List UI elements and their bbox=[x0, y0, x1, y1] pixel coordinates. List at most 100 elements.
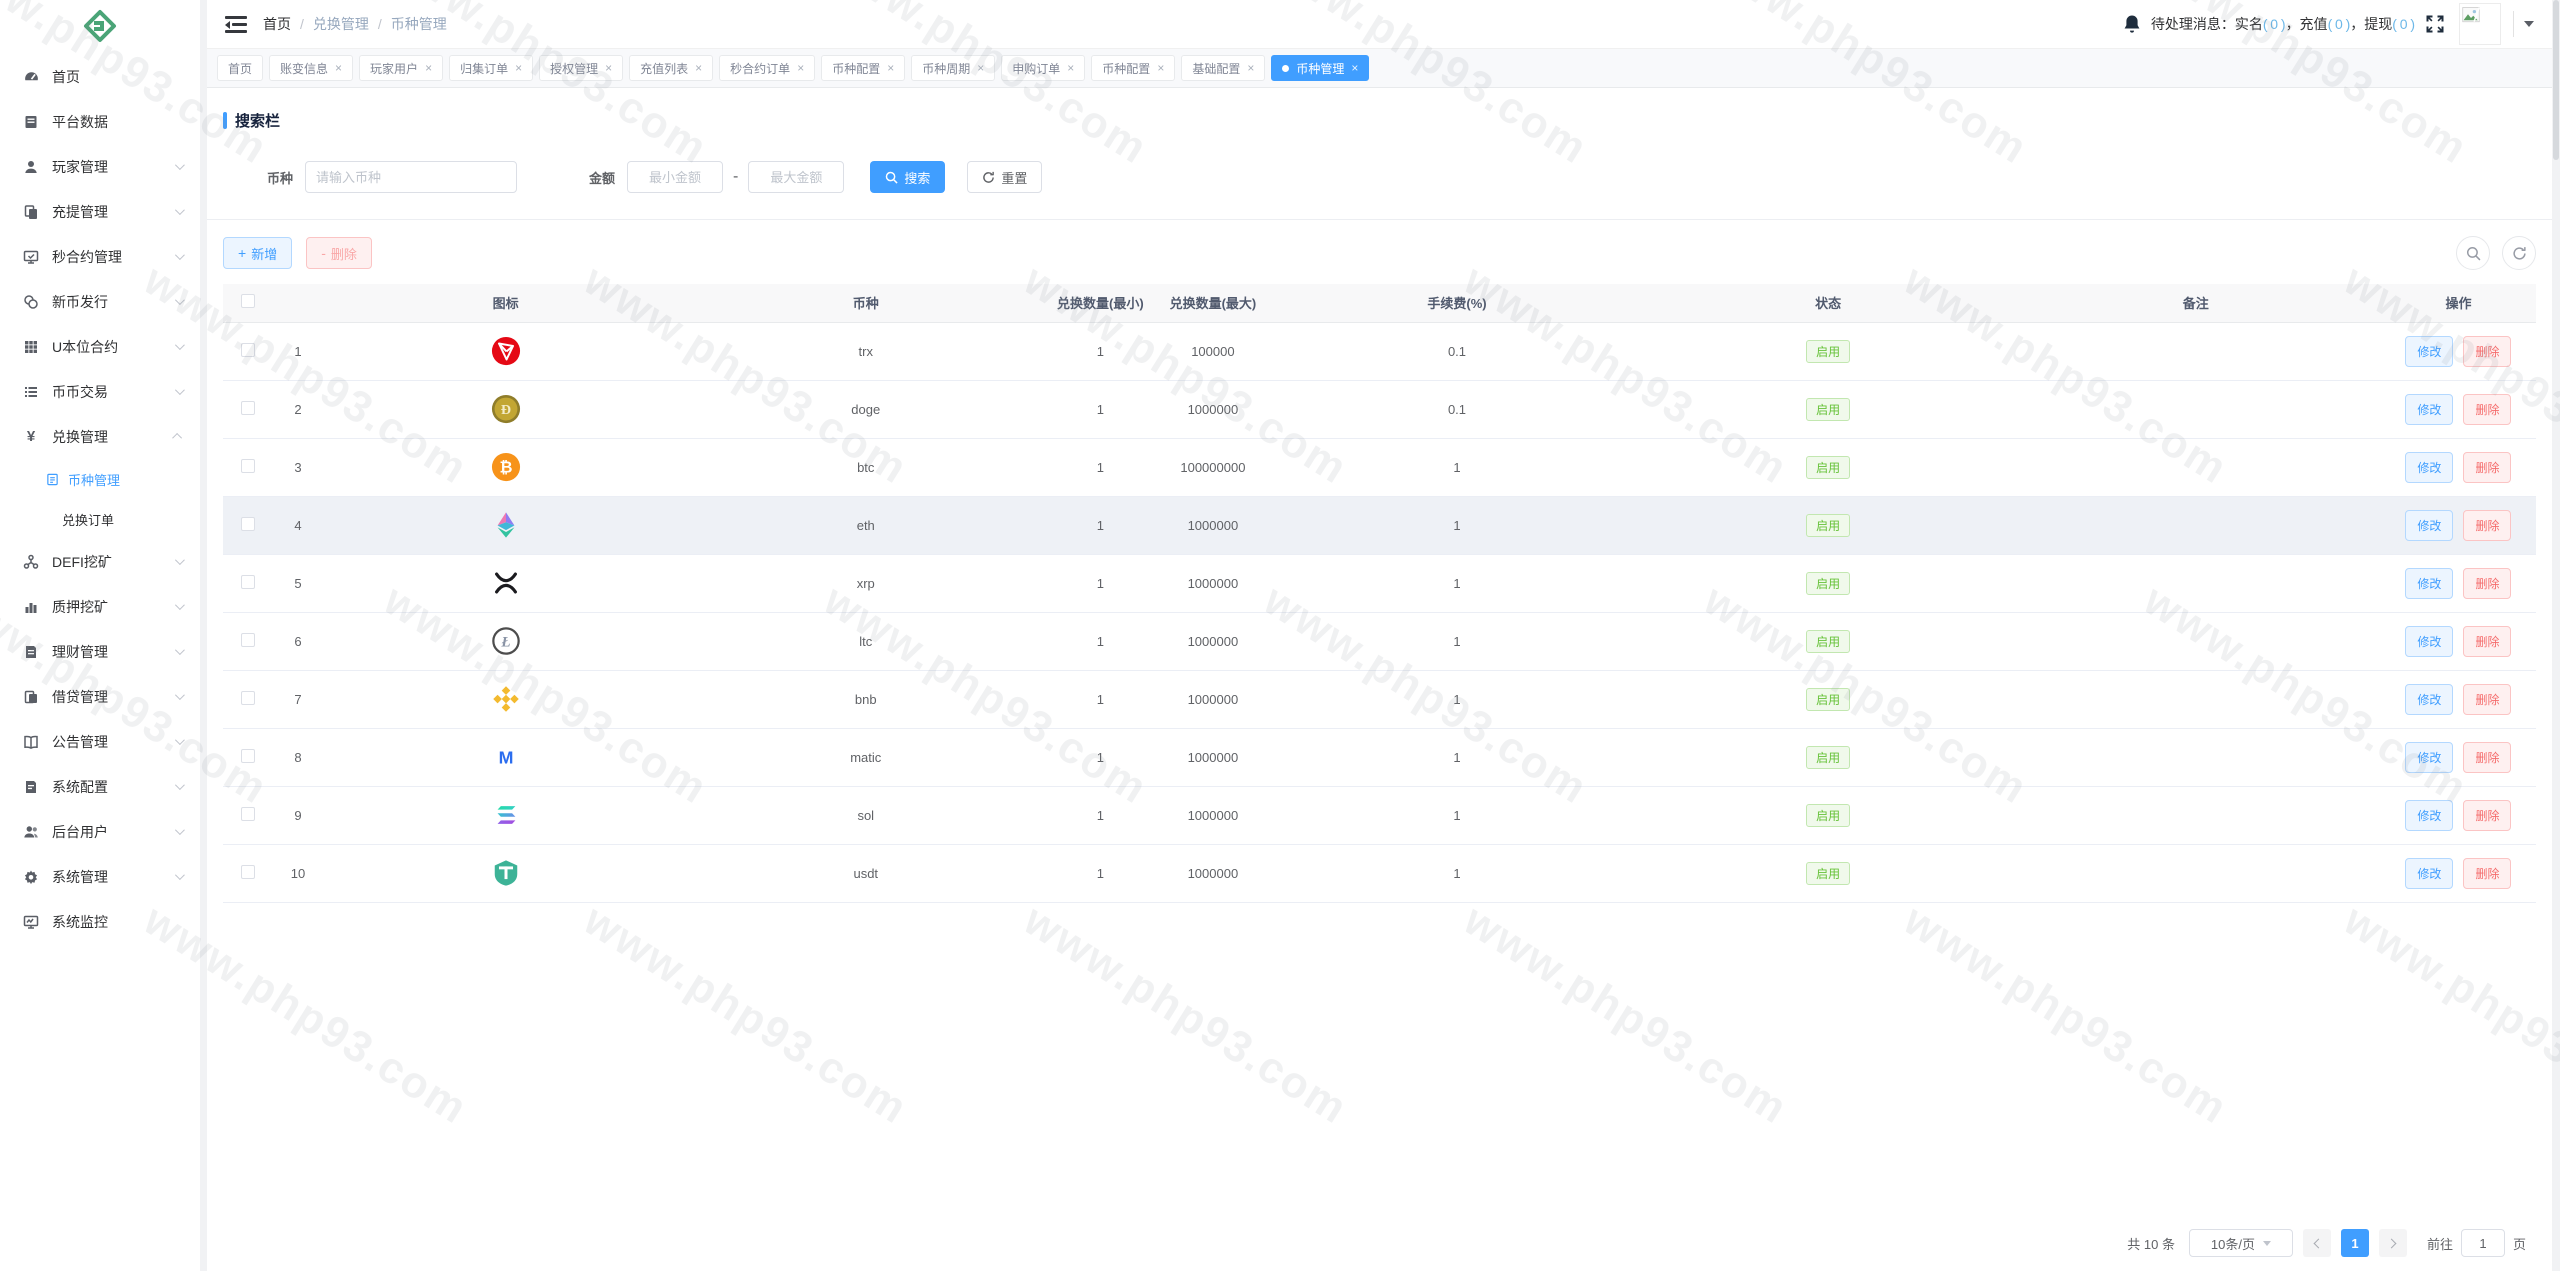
sidebar-item-玩家管理[interactable]: 玩家管理 bbox=[0, 144, 200, 189]
tab-币种配置[interactable]: 币种配置× bbox=[821, 55, 905, 81]
row-checkbox[interactable] bbox=[241, 865, 255, 879]
edit-button[interactable]: 修改 bbox=[2405, 742, 2453, 773]
tab-秒合约订单[interactable]: 秒合约订单× bbox=[719, 55, 815, 81]
tab-玩家用户[interactable]: 玩家用户× bbox=[359, 55, 443, 81]
row-delete-button[interactable]: 删除 bbox=[2463, 742, 2511, 773]
row-checkbox[interactable] bbox=[241, 691, 255, 705]
tab-基础配置[interactable]: 基础配置× bbox=[1181, 55, 1265, 81]
table-refresh-button[interactable] bbox=[2502, 236, 2536, 270]
sidebar-subitem-兑换订单[interactable]: 兑换订单 bbox=[0, 499, 200, 539]
sidebar-item-新币发行[interactable]: 新币发行 bbox=[0, 279, 200, 324]
sidebar-item-平台数据[interactable]: 平台数据 bbox=[0, 99, 200, 144]
tab-申购订单[interactable]: 申购订单× bbox=[1001, 55, 1085, 81]
edit-button[interactable]: 修改 bbox=[2405, 800, 2453, 831]
close-icon[interactable]: × bbox=[797, 62, 804, 74]
edit-button[interactable]: 修改 bbox=[2405, 510, 2453, 541]
row-delete-button[interactable]: 删除 bbox=[2463, 510, 2511, 541]
tab-充值列表[interactable]: 充值列表× bbox=[629, 55, 713, 81]
row-checkbox[interactable] bbox=[241, 401, 255, 415]
close-icon[interactable]: × bbox=[1157, 62, 1164, 74]
sidebar-item-质押挖矿[interactable]: 质押挖矿 bbox=[0, 584, 200, 629]
table-search-toggle-button[interactable] bbox=[2456, 236, 2490, 270]
prev-page-button[interactable] bbox=[2303, 1229, 2331, 1257]
edit-button[interactable]: 修改 bbox=[2405, 684, 2453, 715]
min-amount-input[interactable] bbox=[627, 161, 723, 193]
max-amount-input[interactable] bbox=[748, 161, 844, 193]
row-delete-button[interactable]: 删除 bbox=[2463, 568, 2511, 599]
sidebar-item-秒合约管理[interactable]: 秒合约管理 bbox=[0, 234, 200, 279]
row-checkbox[interactable] bbox=[241, 633, 255, 647]
sidebar-item-后台用户[interactable]: 后台用户 bbox=[0, 809, 200, 854]
close-icon[interactable]: × bbox=[425, 62, 432, 74]
current-page-button[interactable]: 1 bbox=[2341, 1229, 2369, 1257]
sidebar-item-首页[interactable]: 首页 bbox=[0, 54, 200, 99]
sidebar-item-兑换管理[interactable]: ¥ 兑换管理 bbox=[0, 414, 200, 459]
breadcrumb-item-首页[interactable]: 首页 bbox=[263, 14, 291, 34]
fullscreen-icon[interactable] bbox=[2425, 14, 2445, 34]
row-delete-button[interactable]: 删除 bbox=[2463, 684, 2511, 715]
close-icon[interactable]: × bbox=[887, 62, 894, 74]
tab-币种管理[interactable]: 币种管理× bbox=[1271, 55, 1369, 81]
row-checkbox[interactable] bbox=[241, 749, 255, 763]
sidebar-item-系统配置[interactable]: 系统配置 bbox=[0, 764, 200, 809]
add-button[interactable]: +新增 bbox=[223, 237, 292, 269]
edit-button[interactable]: 修改 bbox=[2405, 626, 2453, 657]
sidebar-scrollbar[interactable] bbox=[200, 0, 207, 1271]
select-all-checkbox[interactable] bbox=[241, 294, 255, 308]
sidebar-item-理财管理[interactable]: 理财管理 bbox=[0, 629, 200, 674]
sidebar-item-系统监控[interactable]: 系统监控 bbox=[0, 899, 200, 944]
close-icon[interactable]: × bbox=[1067, 62, 1074, 74]
edit-button[interactable]: 修改 bbox=[2405, 568, 2453, 599]
sidebar-item-公告管理[interactable]: 公告管理 bbox=[0, 719, 200, 764]
breadcrumb-item-兑换管理[interactable]: 兑换管理 bbox=[313, 14, 369, 34]
row-delete-button[interactable]: 删除 bbox=[2463, 452, 2511, 483]
row-checkbox[interactable] bbox=[241, 459, 255, 473]
avatar[interactable] bbox=[2459, 3, 2501, 45]
row-checkbox[interactable] bbox=[241, 807, 255, 821]
close-icon[interactable]: × bbox=[695, 62, 702, 74]
sidebar-item-系统管理[interactable]: 系统管理 bbox=[0, 854, 200, 899]
row-delete-button[interactable]: 删除 bbox=[2463, 800, 2511, 831]
reset-button[interactable]: 重置 bbox=[967, 161, 1042, 193]
tab-首页[interactable]: 首页 bbox=[217, 55, 263, 81]
row-delete-button[interactable]: 删除 bbox=[2463, 858, 2511, 889]
row-checkbox[interactable] bbox=[241, 343, 255, 357]
row-checkbox[interactable] bbox=[241, 575, 255, 589]
close-icon[interactable]: × bbox=[335, 62, 342, 74]
row-delete-button[interactable]: 删除 bbox=[2463, 394, 2511, 425]
close-icon[interactable]: × bbox=[515, 62, 522, 74]
edit-button[interactable]: 修改 bbox=[2405, 336, 2453, 367]
app-logo[interactable] bbox=[0, 0, 200, 52]
search-button[interactable]: 搜索 bbox=[870, 161, 945, 193]
bell-icon[interactable] bbox=[2123, 14, 2141, 34]
next-page-button[interactable] bbox=[2379, 1229, 2407, 1257]
edit-button[interactable]: 修改 bbox=[2405, 394, 2453, 425]
sidebar-item-DEFI挖矿[interactable]: DEFI挖矿 bbox=[0, 539, 200, 584]
row-delete-button[interactable]: 删除 bbox=[2463, 626, 2511, 657]
close-icon[interactable]: × bbox=[977, 62, 984, 74]
close-icon[interactable]: × bbox=[1351, 62, 1358, 74]
row-checkbox[interactable] bbox=[241, 517, 255, 531]
breadcrumb-item-币种管理[interactable]: 币种管理 bbox=[391, 14, 447, 34]
close-icon[interactable]: × bbox=[1247, 62, 1254, 74]
user-menu-caret-icon[interactable] bbox=[2524, 21, 2534, 27]
sidebar-item-充提管理[interactable]: 充提管理 bbox=[0, 189, 200, 234]
edit-button[interactable]: 修改 bbox=[2405, 452, 2453, 483]
tab-账变信息[interactable]: 账变信息× bbox=[269, 55, 353, 81]
tab-币种配置[interactable]: 币种配置× bbox=[1091, 55, 1175, 81]
sidebar-subitem-币种管理[interactable]: 币种管理 bbox=[0, 459, 200, 499]
sidebar-item-U本位合约[interactable]: U本位合约 bbox=[0, 324, 200, 369]
delete-button[interactable]: -删除 bbox=[306, 237, 372, 269]
sidebar-item-币币交易[interactable]: 币币交易 bbox=[0, 369, 200, 414]
sidebar-collapse-icon[interactable] bbox=[225, 15, 247, 33]
close-icon[interactable]: × bbox=[605, 62, 612, 74]
page-size-select[interactable]: 10条/页 bbox=[2189, 1229, 2293, 1257]
sidebar-item-借贷管理[interactable]: 借贷管理 bbox=[0, 674, 200, 719]
row-delete-button[interactable]: 删除 bbox=[2463, 336, 2511, 367]
tab-币种周期[interactable]: 币种周期× bbox=[911, 55, 995, 81]
tab-归集订单[interactable]: 归集订单× bbox=[449, 55, 533, 81]
edit-button[interactable]: 修改 bbox=[2405, 858, 2453, 889]
goto-page-input[interactable] bbox=[2461, 1229, 2505, 1257]
page-scrollbar[interactable] bbox=[2552, 0, 2560, 1271]
currency-input[interactable] bbox=[305, 161, 517, 193]
